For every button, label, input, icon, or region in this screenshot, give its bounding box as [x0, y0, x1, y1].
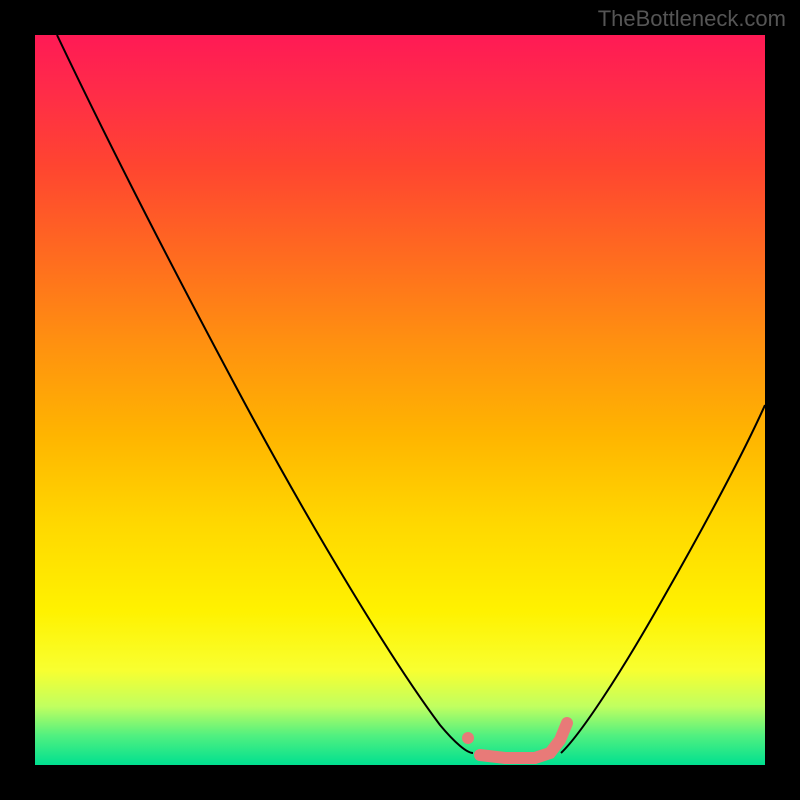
left-curve-path — [57, 35, 473, 753]
right-curve-path — [561, 405, 765, 753]
chart-plot-area — [35, 35, 765, 765]
bottom-pink-highlight-path — [480, 723, 567, 758]
chart-curves-svg — [35, 35, 765, 765]
watermark-text: TheBottleneck.com — [598, 6, 786, 32]
pink-dot-left — [462, 732, 474, 744]
